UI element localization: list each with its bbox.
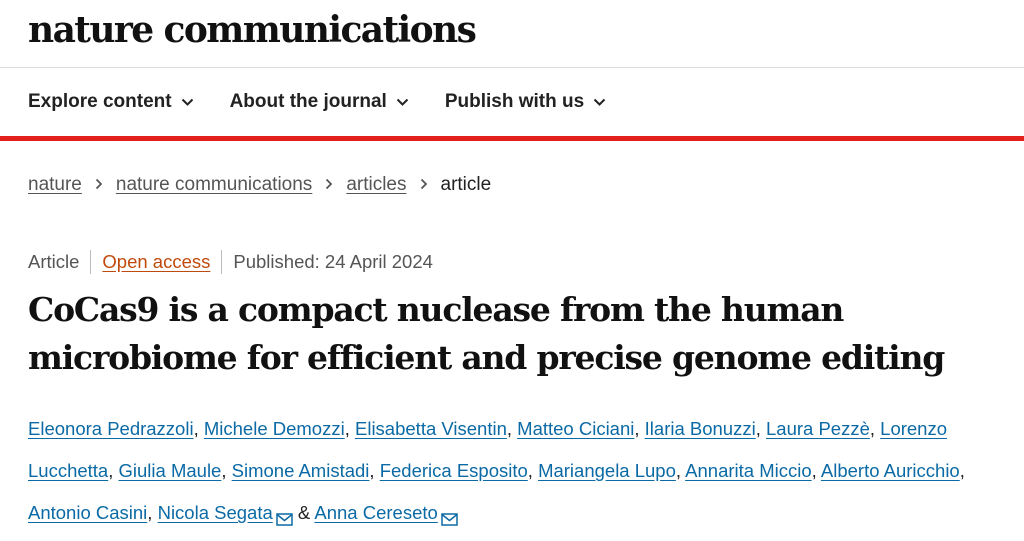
- open-access-link[interactable]: Open access: [102, 251, 210, 273]
- mail-icon[interactable]: [276, 499, 293, 541]
- breadcrumb-current: article: [440, 174, 492, 195]
- author-conjunction: &: [292, 502, 315, 523]
- mail-icon[interactable]: [441, 499, 458, 541]
- article-title-line-1: CoCas9 is a compact nuclease from the hu…: [28, 290, 844, 329]
- author-link[interactable]: Elisabetta Visentin: [355, 418, 507, 439]
- nav-explore-content[interactable]: Explore content: [28, 91, 194, 113]
- author-separator: ,: [369, 460, 380, 481]
- author-separator: ,: [147, 502, 158, 523]
- author-separator: ,: [959, 460, 965, 481]
- chevron-down-icon: [181, 98, 193, 106]
- author-separator: ,: [869, 418, 881, 439]
- chevron-down-icon: [396, 98, 409, 106]
- chevron-right-icon: [325, 174, 333, 196]
- chevron-down-icon: [593, 98, 606, 106]
- nav-publish-with-us[interactable]: Publish with us: [445, 91, 606, 113]
- meta-divider: [90, 250, 92, 274]
- author-link[interactable]: Ilaria Bonuzzi: [645, 418, 756, 439]
- author-link[interactable]: Antonio Casini: [28, 502, 147, 523]
- author-link[interactable]: Giulia Maule: [119, 460, 222, 481]
- nav-item-label: Publish with us: [444, 91, 585, 112]
- article-title: CoCas9 is a compact nuclease from the hu…: [28, 286, 1008, 382]
- article-title-line-2: microbiome for efficient and precise gen…: [28, 338, 945, 377]
- author-link[interactable]: Matteo Ciciani: [517, 418, 634, 439]
- author-link[interactable]: Simone Amistadi: [232, 460, 370, 481]
- author-link[interactable]: Nicola Segata: [158, 502, 273, 523]
- chevron-right-icon: [420, 174, 428, 196]
- author-separator: ,: [634, 418, 645, 439]
- breadcrumb-nature-communications[interactable]: nature communications: [116, 174, 312, 196]
- nav-item-label: About the journal: [229, 91, 387, 112]
- article-meta: Article Open access Published: 24 April …: [28, 250, 433, 274]
- author-list: Eleonora Pedrazzoli, Michele Demozzi, El…: [28, 408, 1018, 541]
- author-link[interactable]: Alberto Auricchio: [821, 460, 960, 481]
- author-link[interactable]: Annarita Miccio: [685, 460, 811, 481]
- breadcrumb-articles[interactable]: articles: [346, 174, 406, 196]
- breadcrumb-nature[interactable]: nature: [28, 174, 82, 196]
- published-date: Published: 24 April 2024: [233, 251, 433, 272]
- nav-about-the-journal[interactable]: About the journal: [230, 91, 409, 113]
- site-header: nature communications: [0, 0, 1024, 68]
- author-link[interactable]: Anna Cereseto: [314, 502, 437, 523]
- author-separator: ,: [221, 460, 232, 481]
- author-separator: ,: [527, 460, 539, 481]
- author-link[interactable]: Laura Pezzè: [766, 418, 870, 439]
- breadcrumb: nature nature communications articles ar…: [28, 174, 491, 196]
- author-link[interactable]: Michele Demozzi: [204, 418, 345, 439]
- author-separator: ,: [675, 460, 686, 481]
- site-logo[interactable]: nature communications: [28, 6, 477, 54]
- article-type: Article: [28, 251, 80, 272]
- chevron-right-icon: [95, 174, 103, 196]
- author-separator: ,: [344, 418, 355, 439]
- nav-item-label: Explore content: [28, 91, 172, 112]
- main-nav: Explore content About the journal Publis…: [0, 68, 1024, 141]
- author-link[interactable]: Eleonora Pedrazzoli: [28, 418, 194, 439]
- author-link[interactable]: Mariangela Lupo: [538, 460, 676, 481]
- author-separator: ,: [108, 460, 119, 481]
- author-link[interactable]: Federica Esposito: [380, 460, 528, 481]
- author-separator: ,: [506, 418, 518, 439]
- author-separator: ,: [755, 418, 766, 439]
- author-separator: ,: [811, 460, 821, 481]
- meta-divider: [221, 250, 223, 274]
- author-separator: ,: [193, 418, 204, 439]
